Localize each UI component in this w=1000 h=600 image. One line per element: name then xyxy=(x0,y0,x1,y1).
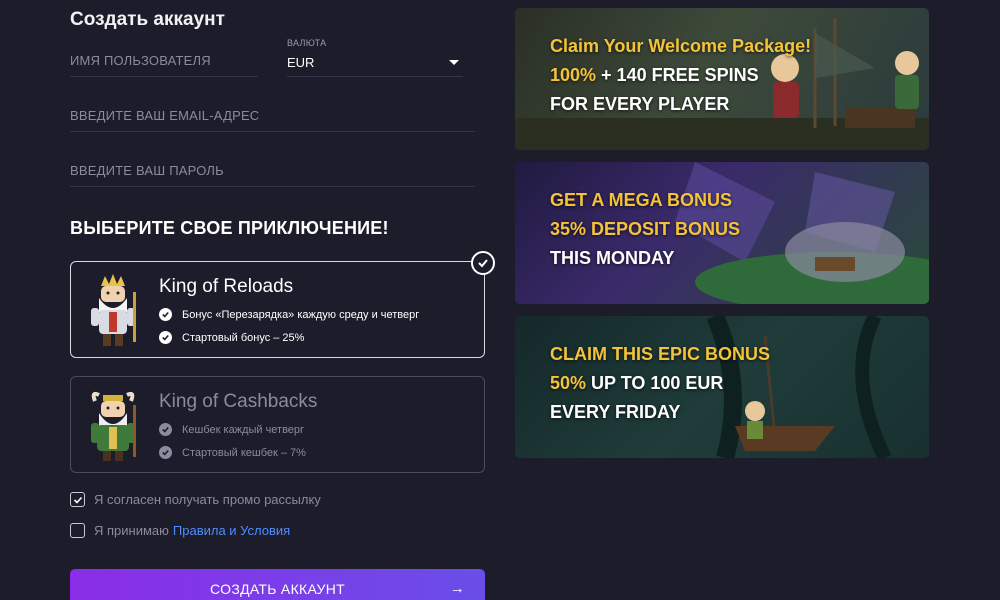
checkbox-checked-icon[interactable] xyxy=(70,492,85,507)
card-feature: Кешбек каждый четверг xyxy=(159,423,304,436)
king-cashbacks-character-icon xyxy=(91,391,136,461)
create-account-button[interactable]: СОЗДАТЬ АККАУНТ → xyxy=(70,569,485,600)
check-circle-icon xyxy=(159,308,172,321)
banner-text: Claim Your Welcome Package! 100% + 140 F… xyxy=(550,32,811,119)
card-feature-text: Кешбек каждый четверг xyxy=(182,423,305,436)
arrow-right-icon: → xyxy=(449,580,465,597)
banner-line3: THIS MONDAY xyxy=(550,248,675,268)
card-feature: Стартовый кешбек – 7% xyxy=(159,446,306,459)
card-feature-text: Стартовый бонус – 25% xyxy=(182,331,305,344)
check-circle-icon xyxy=(159,331,172,344)
form-title: Создать аккаунт xyxy=(70,9,225,30)
password-placeholder: ВВЕДИТЕ ВАШ ПАРОЛЬ xyxy=(70,163,224,178)
adventure-card-cashbacks[interactable]: King of Cashbacks Кешбек каждый четверг … xyxy=(70,376,485,473)
promo-consent-checkbox[interactable]: Я согласен получать промо рассылку xyxy=(70,492,321,507)
email-field[interactable]: ВВЕДИТЕ ВАШ EMAIL-АДРЕС xyxy=(70,95,475,132)
card-title: King of Cashbacks xyxy=(159,391,318,412)
terms-label-prefix: Я принимаю xyxy=(94,523,169,538)
check-circle-icon xyxy=(159,423,172,436)
adventure-heading: ВЫБЕРИТЕ СВОЕ ПРИКЛЮЧЕНИЕ! xyxy=(70,218,389,238)
banner-text: GET A MEGA BONUS 35% DEPOSIT BONUS THIS … xyxy=(550,186,740,273)
banner-line2-highlight: 100% xyxy=(550,65,597,85)
username-placeholder: ИМЯ ПОЛЬЗОВАТЕЛЯ xyxy=(70,53,211,68)
promo-consent-label: Я согласен получать промо рассылку xyxy=(94,492,321,507)
banner-line2-highlight: 35% DEPOSIT BONUS xyxy=(550,219,741,239)
banner-line2-highlight: 50% xyxy=(550,373,587,393)
card-feature-text: Стартовый кешбек – 7% xyxy=(182,446,306,459)
banner-line3: FOR EVERY PLAYER xyxy=(550,94,730,114)
card-feature: Стартовый бонус – 25% xyxy=(159,331,304,344)
banner-line3: EVERY FRIDAY xyxy=(550,402,681,422)
terms-checkbox[interactable]: Я принимаю Правила и Условия xyxy=(70,523,290,538)
create-account-label: СОЗДАТЬ АККАУНТ xyxy=(210,581,345,597)
promo-banner-welcome[interactable]: Claim Your Welcome Package! 100% + 140 F… xyxy=(515,8,929,150)
banner-line2-rest: + 140 FREE SPINS xyxy=(596,65,759,85)
checkbox-empty-icon[interactable] xyxy=(70,523,85,538)
promo-banner-epic[interactable]: CLAIM THIS EPIC BONUS 50% UP TO 100 EUR … xyxy=(515,316,929,458)
currency-value: EUR xyxy=(287,55,315,70)
banner-line1: Claim Your Welcome Package! xyxy=(550,36,812,56)
banner-line2-rest: UP TO 100 EUR xyxy=(586,373,724,393)
card-feature: Бонус «Перезарядка» каждую среду и четве… xyxy=(159,308,419,321)
banner-line1: CLAIM THIS EPIC BONUS xyxy=(550,344,771,364)
adventure-card-reloads[interactable]: King of Reloads Бонус «Перезарядка» кажд… xyxy=(70,261,485,358)
email-placeholder: ВВЕДИТЕ ВАШ EMAIL-АДРЕС xyxy=(70,108,260,123)
terms-link[interactable]: Правила и Условия xyxy=(173,523,290,538)
chevron-down-icon[interactable] xyxy=(449,60,459,65)
promo-banner-mega[interactable]: GET A MEGA BONUS 35% DEPOSIT BONUS THIS … xyxy=(515,162,929,304)
selected-check-icon xyxy=(471,251,495,275)
currency-select[interactable]: ВАЛЮТА EUR xyxy=(287,34,463,77)
card-feature-text: Бонус «Перезарядка» каждую среду и четве… xyxy=(182,308,420,321)
check-circle-icon xyxy=(159,446,172,459)
currency-label: ВАЛЮТА xyxy=(287,38,327,48)
banner-line1: GET A MEGA BONUS xyxy=(550,190,733,210)
card-title: King of Reloads xyxy=(159,276,294,297)
username-field[interactable]: ИМЯ ПОЛЬЗОВАТЕЛЯ xyxy=(70,40,258,77)
king-reloads-character-icon xyxy=(91,274,136,346)
password-field[interactable]: ВВЕДИТЕ ВАШ ПАРОЛЬ xyxy=(70,150,475,187)
banner-text: CLAIM THIS EPIC BONUS 50% UP TO 100 EUR … xyxy=(550,340,770,427)
